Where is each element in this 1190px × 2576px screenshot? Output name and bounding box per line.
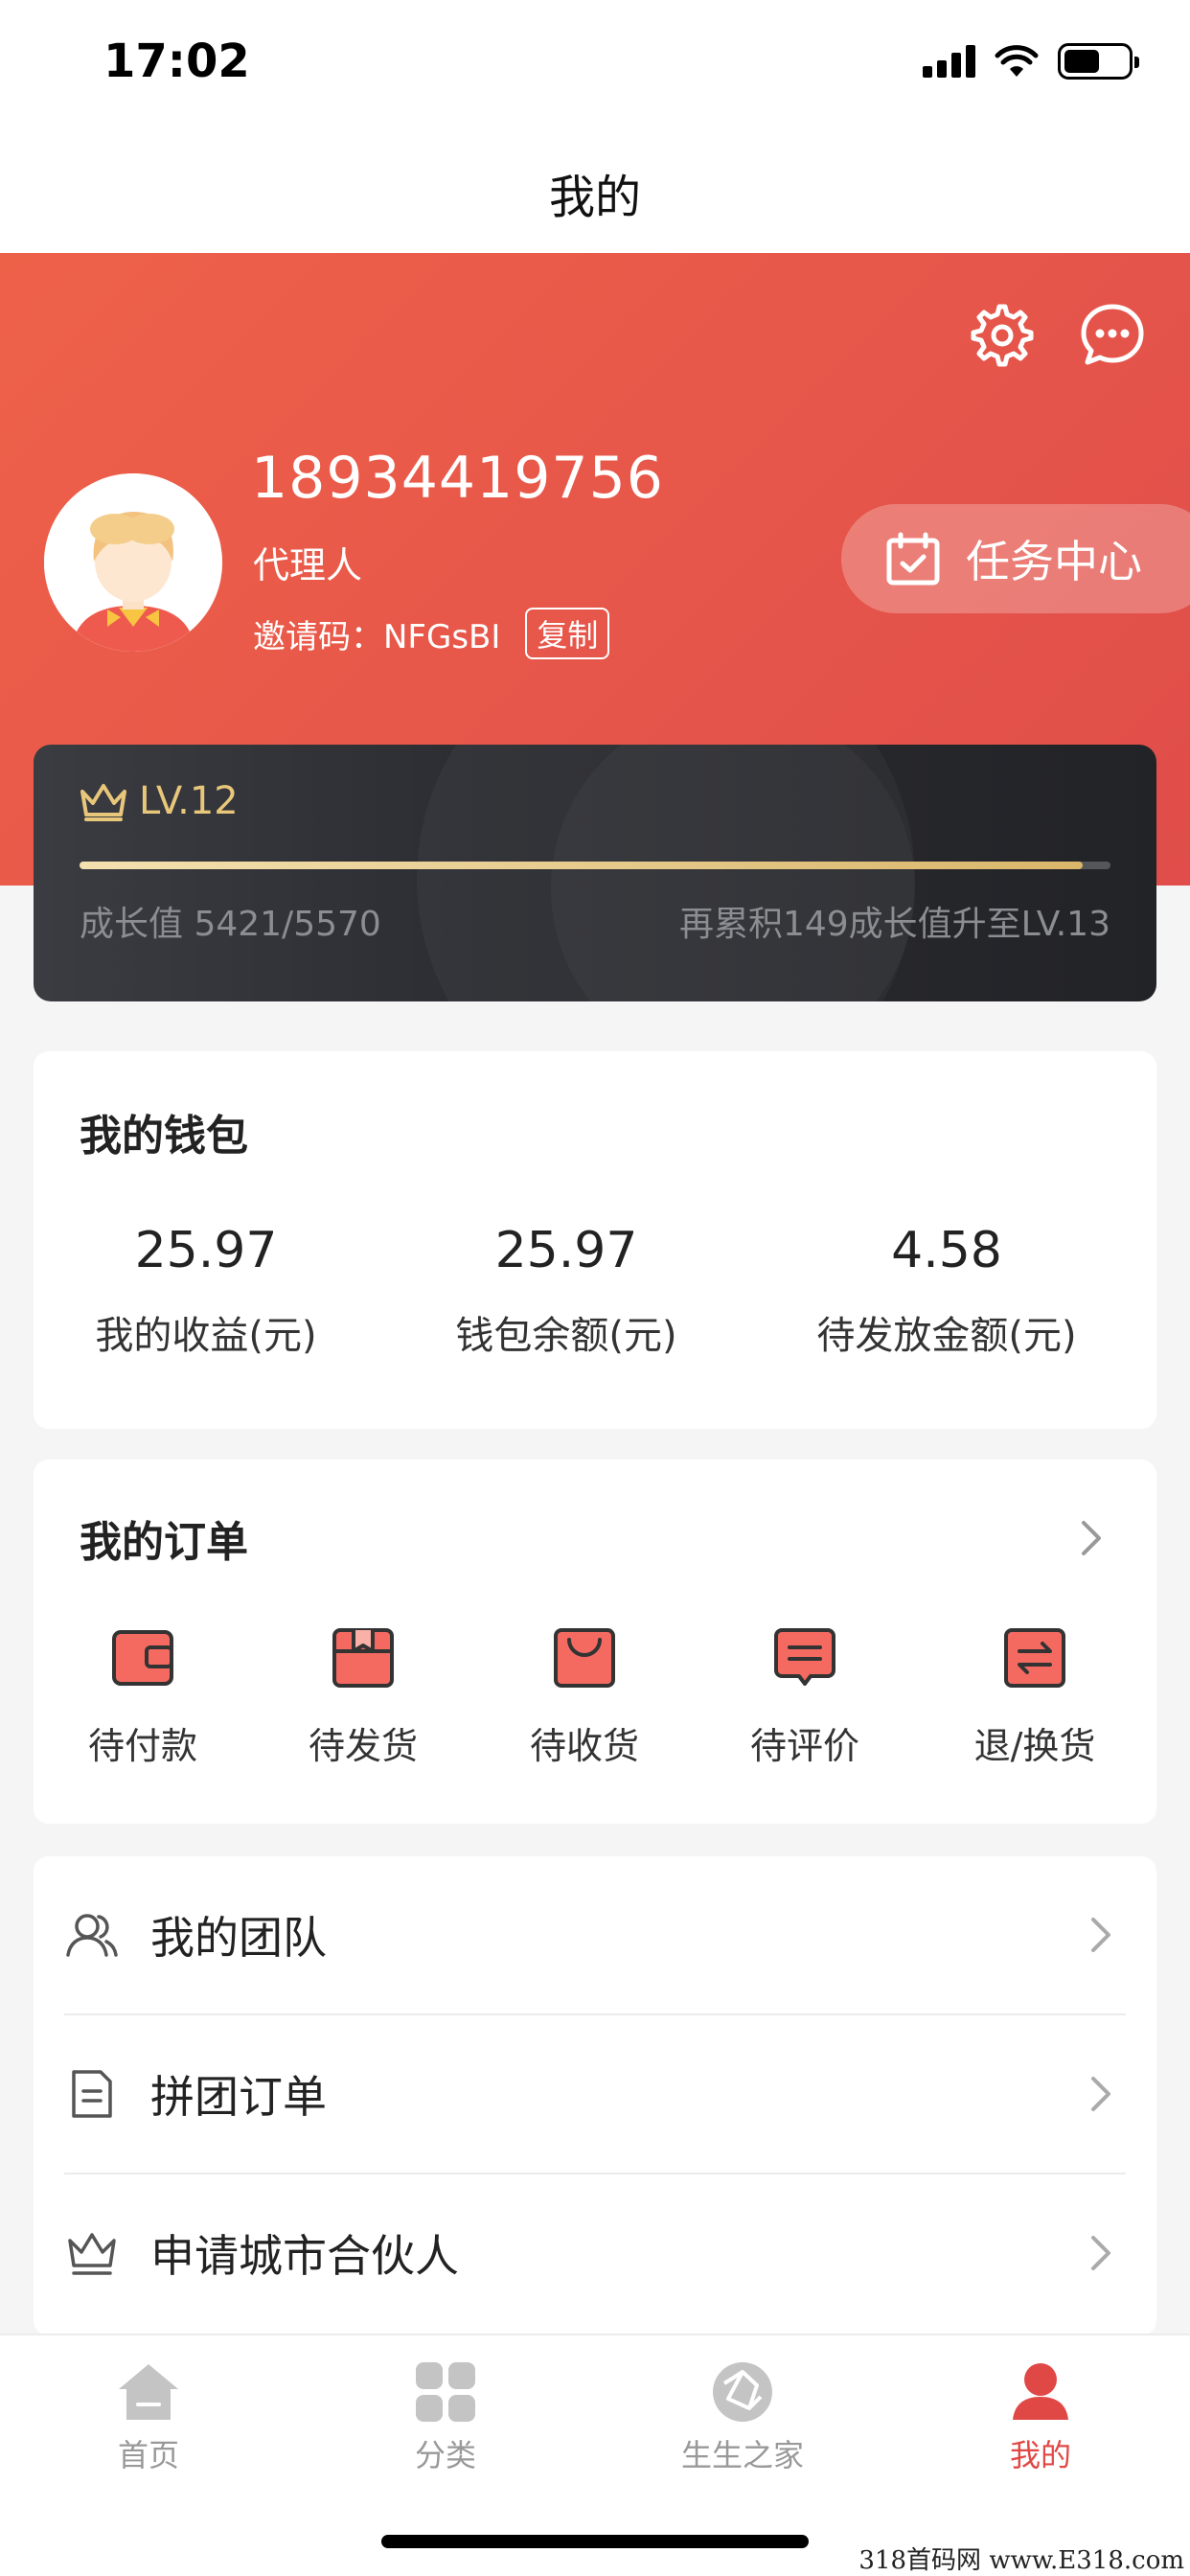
order-label: 待收货 bbox=[529, 1725, 639, 1767]
order-pending-review[interactable]: 待评价 bbox=[709, 1622, 901, 1769]
order-pending-receipt[interactable]: 待收货 bbox=[489, 1622, 680, 1769]
crown-icon bbox=[80, 784, 126, 821]
invite-row: 邀请码：NFGsBI 复制 bbox=[253, 608, 610, 659]
task-center-button[interactable]: 任务中心 bbox=[841, 504, 1190, 613]
category-icon bbox=[416, 2362, 475, 2422]
calendar-check-icon bbox=[886, 532, 940, 586]
chevron-right-icon bbox=[1091, 2236, 1110, 2270]
package-icon bbox=[332, 1628, 394, 1688]
wallet-title: 我的钱包 bbox=[80, 1112, 248, 1161]
watermark: 318首码网 www.E318.com bbox=[858, 2546, 1184, 2575]
stat-value: 4.58 bbox=[891, 1222, 1002, 1279]
order-label: 待发货 bbox=[308, 1725, 418, 1767]
order-pending-shipment[interactable]: 待发货 bbox=[267, 1622, 459, 1769]
exchange-icon bbox=[1004, 1628, 1065, 1688]
menu-list: 我的团队 拼团订单 申请城市合伙人 bbox=[34, 1856, 1156, 2335]
document-icon bbox=[72, 2070, 112, 2118]
user-icon bbox=[1013, 2363, 1068, 2420]
status-bar: 17:02 bbox=[0, 0, 1190, 126]
task-center-label: 任务中心 bbox=[966, 536, 1142, 587]
message-bubble-icon[interactable] bbox=[1078, 301, 1147, 370]
level-card[interactable]: LV.12 成长值 5421/5570 再累积149成长值升至LV.13 bbox=[34, 745, 1156, 1001]
order-label: 待评价 bbox=[749, 1725, 859, 1767]
copy-button[interactable]: 复制 bbox=[525, 608, 610, 659]
status-time: 17:02 bbox=[103, 34, 250, 88]
tab-mine[interactable]: 我的 bbox=[892, 2358, 1189, 2475]
menu-label: 申请城市合伙人 bbox=[150, 2230, 459, 2282]
crown-icon bbox=[68, 2233, 116, 2275]
growth-next-hint: 再累积149成长值升至LV.13 bbox=[678, 905, 1110, 944]
menu-item-my-team[interactable]: 我的团队 bbox=[64, 1856, 1126, 2013]
team-icon bbox=[66, 1914, 118, 1957]
chevron-right-icon bbox=[1091, 1918, 1110, 1952]
user-phone: 18934419756 bbox=[251, 445, 664, 512]
growth-progress-fill bbox=[80, 862, 1084, 869]
stat-label: 待发放金额(元) bbox=[816, 1314, 1077, 1358]
tab-category[interactable]: 分类 bbox=[297, 2358, 594, 2475]
shutter-icon bbox=[713, 2362, 772, 2422]
wallet-card: 我的钱包 25.97 我的收益(元) 25.97 钱包余额(元) 4.58 待发… bbox=[34, 1051, 1156, 1429]
growth-value: 成长值 5421/5570 bbox=[80, 905, 381, 944]
tab-label: 首页 bbox=[117, 2437, 179, 2473]
stat-label: 钱包余额(元) bbox=[455, 1314, 677, 1358]
tab-shengsheng-home[interactable]: 生生之家 bbox=[594, 2358, 891, 2475]
user-role: 代理人 bbox=[253, 544, 363, 586]
stat-value: 25.97 bbox=[494, 1222, 638, 1279]
orders-card: 我的订单 待付款 待发货 待收货 待评价 退/换货 bbox=[34, 1460, 1156, 1824]
order-label: 退/换货 bbox=[973, 1725, 1096, 1767]
menu-item-city-partner[interactable]: 申请城市合伙人 bbox=[64, 2174, 1126, 2332]
bag-icon bbox=[554, 1628, 615, 1688]
stat-value: 25.97 bbox=[134, 1222, 278, 1279]
level-header: LV.12 bbox=[78, 779, 239, 823]
home-icon bbox=[119, 2364, 178, 2420]
orders-title: 我的订单 bbox=[80, 1518, 248, 1567]
growth-progress-bar bbox=[80, 862, 1110, 869]
order-refund-exchange[interactable]: 退/换货 bbox=[939, 1622, 1131, 1769]
stat-balance[interactable]: 25.97 钱包余额(元) bbox=[384, 1222, 748, 1360]
order-label: 待付款 bbox=[87, 1725, 197, 1767]
menu-label: 我的团队 bbox=[150, 1912, 327, 1964]
avatar[interactable] bbox=[44, 473, 222, 652]
wifi-icon bbox=[995, 45, 1039, 77]
menu-item-group-orders[interactable]: 拼团订单 bbox=[64, 2015, 1126, 2173]
stat-earnings[interactable]: 25.97 我的收益(元) bbox=[24, 1222, 388, 1360]
tab-label: 我的 bbox=[1009, 2437, 1071, 2473]
stat-label: 我的收益(元) bbox=[95, 1314, 317, 1358]
stat-pending[interactable]: 4.58 待发放金额(元) bbox=[765, 1222, 1129, 1360]
home-indicator bbox=[381, 2535, 809, 2548]
page-title: 我的 bbox=[548, 171, 641, 224]
tab-home[interactable]: 首页 bbox=[0, 2358, 297, 2475]
invite-code: 邀请码：NFGsBI bbox=[253, 617, 501, 656]
order-pending-payment[interactable]: 待付款 bbox=[47, 1622, 239, 1769]
tab-label: 分类 bbox=[414, 2437, 476, 2473]
menu-label: 拼团订单 bbox=[150, 2071, 327, 2123]
wallet-icon bbox=[112, 1630, 173, 1686]
battery-icon bbox=[1058, 43, 1139, 80]
avatar-illustration bbox=[44, 473, 222, 652]
level-label: LV.12 bbox=[139, 779, 239, 823]
comment-icon bbox=[774, 1628, 835, 1686]
tab-label: 生生之家 bbox=[680, 2437, 804, 2473]
chevron-right-icon bbox=[1091, 2077, 1110, 2111]
nav-bar: 我的 bbox=[0, 126, 1190, 253]
chevron-right-icon[interactable] bbox=[1074, 1517, 1109, 1559]
status-icons bbox=[923, 42, 1139, 80]
signal-icon bbox=[923, 45, 975, 78]
settings-gear-icon[interactable] bbox=[968, 301, 1037, 370]
